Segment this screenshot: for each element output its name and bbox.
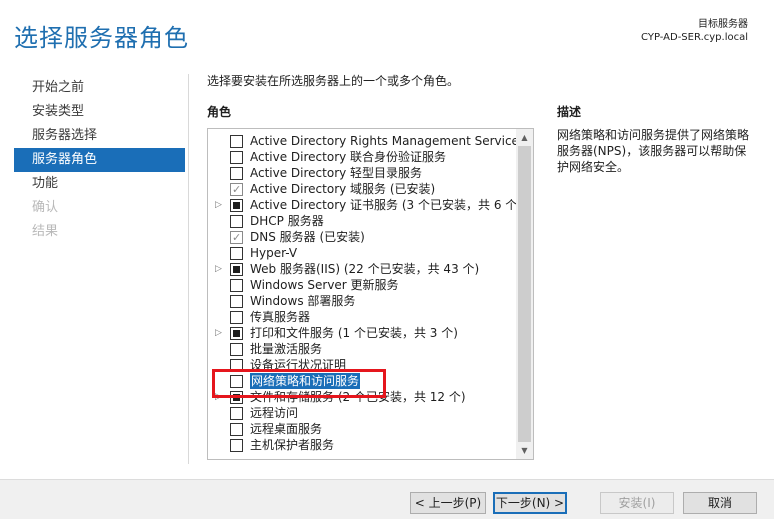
annotation-highlight-box <box>212 369 386 398</box>
role-checkbox[interactable] <box>230 279 243 292</box>
role-label[interactable]: DNS 服务器 (已安装) <box>250 229 365 245</box>
role-checkbox[interactable] <box>230 295 243 308</box>
expand-arrow-icon[interactable]: ▷ <box>215 261 222 277</box>
role-label[interactable]: Active Directory Rights Management Servi… <box>250 133 525 149</box>
role-row[interactable]: 主机保护者服务 <box>208 437 516 453</box>
role-label[interactable]: Active Directory 联合身份验证服务 <box>250 149 446 165</box>
next-button[interactable]: 下一步(N) > <box>493 492 567 514</box>
role-checkbox[interactable] <box>230 343 243 356</box>
destination-server-name: CYP-AD-SER.cyp.local <box>641 32 748 43</box>
role-label[interactable]: Hyper-V <box>250 245 297 261</box>
nav-item-results: 结果 <box>32 224 59 239</box>
role-row[interactable]: ▷ 打印和文件服务 (1 个已安装，共 3 个) <box>208 325 516 341</box>
role-row[interactable]: DHCP 服务器 <box>208 213 516 229</box>
role-row[interactable]: Active Directory 轻型目录服务 <box>208 165 516 181</box>
role-row[interactable]: Active Directory 域服务 (已安装) <box>208 181 516 198</box>
role-checkbox[interactable] <box>230 311 243 324</box>
destination-server: 目标服务器 CYP-AD-SER.cyp.local <box>641 18 748 44</box>
nav-item-features[interactable]: 功能 <box>14 172 185 196</box>
nav-item-server-roles[interactable]: 服务器角色 <box>14 148 185 172</box>
expand-arrow-icon[interactable]: ▷ <box>215 197 222 213</box>
install-button: 安装(I) <box>600 492 674 514</box>
nav-divider <box>188 74 189 464</box>
wizard-footer: < 上一步(P) 下一步(N) > 安装(I) 取消 <box>0 479 774 519</box>
role-checkbox[interactable] <box>230 199 243 212</box>
role-checkbox[interactable] <box>230 230 243 246</box>
role-checkbox[interactable] <box>230 215 243 228</box>
role-label[interactable]: Active Directory 证书服务 (3 个已安装，共 6 个) <box>250 197 522 213</box>
expand-arrow-icon[interactable]: ▷ <box>215 325 222 341</box>
role-row[interactable]: 远程访问 <box>208 405 516 421</box>
role-row[interactable]: Windows Server 更新服务 <box>208 277 516 293</box>
role-label[interactable]: Active Directory 域服务 (已安装) <box>250 181 435 197</box>
roles-heading: 角色 <box>207 105 232 119</box>
role-row[interactable]: Hyper-V <box>208 245 516 261</box>
page-title: 选择服务器角色 <box>14 24 189 52</box>
roles-list[interactable]: Active Directory Rights Management Servi… <box>207 128 534 460</box>
scroll-down-icon[interactable]: ▼ <box>516 442 533 459</box>
role-row[interactable]: Windows 部署服务 <box>208 293 516 309</box>
role-label[interactable]: 远程桌面服务 <box>250 421 322 437</box>
role-row[interactable]: 远程桌面服务 <box>208 421 516 437</box>
role-checkbox[interactable] <box>230 135 243 148</box>
role-row[interactable]: 批量激活服务 <box>208 341 516 357</box>
role-label[interactable]: Active Directory 轻型目录服务 <box>250 165 422 181</box>
role-row[interactable]: ▷ Active Directory 证书服务 (3 个已安装，共 6 个) <box>208 197 522 213</box>
role-label[interactable]: 传真服务器 <box>250 309 310 325</box>
wizard-nav: 开始之前 安装类型 服务器选择 服务器角色 功能 确认 结果 <box>14 76 185 244</box>
role-checkbox[interactable] <box>230 327 243 340</box>
cancel-button[interactable]: 取消 <box>683 492 757 514</box>
role-label[interactable]: Web 服务器(IIS) (22 个已安装，共 43 个) <box>250 261 479 277</box>
role-checkbox[interactable] <box>230 151 243 164</box>
description-text: 网络策略和访问服务提供了网络策略服务器(NPS)，该服务器可以帮助保护网络安全。 <box>557 128 750 174</box>
role-row[interactable]: Active Directory Rights Management Servi… <box>208 133 525 149</box>
roles-scrollbar[interactable]: ▲ ▼ <box>516 129 533 459</box>
role-label[interactable]: 远程访问 <box>250 405 298 421</box>
scroll-thumb[interactable] <box>518 146 531 442</box>
description-heading: 描述 <box>557 105 582 119</box>
role-checkbox[interactable] <box>230 182 243 198</box>
role-label[interactable]: 打印和文件服务 (1 个已安装，共 3 个) <box>250 325 458 341</box>
nav-item-installation-type[interactable]: 安装类型 <box>14 100 185 124</box>
destination-server-label: 目标服务器 <box>698 19 748 30</box>
role-checkbox[interactable] <box>230 247 243 260</box>
role-checkbox[interactable] <box>230 423 243 436</box>
role-checkbox[interactable] <box>230 167 243 180</box>
role-label[interactable]: 主机保护者服务 <box>250 437 334 453</box>
role-label[interactable]: Windows 部署服务 <box>250 293 355 309</box>
prev-button[interactable]: < 上一步(P) <box>410 492 486 514</box>
role-checkbox[interactable] <box>230 439 243 452</box>
role-row[interactable]: 传真服务器 <box>208 309 516 325</box>
role-label[interactable]: DHCP 服务器 <box>250 213 324 229</box>
role-checkbox[interactable] <box>230 407 243 420</box>
scroll-up-icon[interactable]: ▲ <box>516 129 533 146</box>
role-row[interactable]: DNS 服务器 (已安装) <box>208 229 516 246</box>
nav-item-server-selection[interactable]: 服务器选择 <box>14 124 185 148</box>
role-checkbox[interactable] <box>230 263 243 276</box>
role-row[interactable]: Active Directory 联合身份验证服务 <box>208 149 516 165</box>
role-label[interactable]: Windows Server 更新服务 <box>250 277 399 293</box>
nav-item-before-you-begin[interactable]: 开始之前 <box>14 76 185 100</box>
nav-item-confirmation: 确认 <box>32 200 59 215</box>
role-label[interactable]: 批量激活服务 <box>250 341 322 357</box>
role-row[interactable]: ▷ Web 服务器(IIS) (22 个已安装，共 43 个) <box>208 261 516 277</box>
intro-text: 选择要安装在所选服务器上的一个或多个角色。 <box>207 74 460 88</box>
